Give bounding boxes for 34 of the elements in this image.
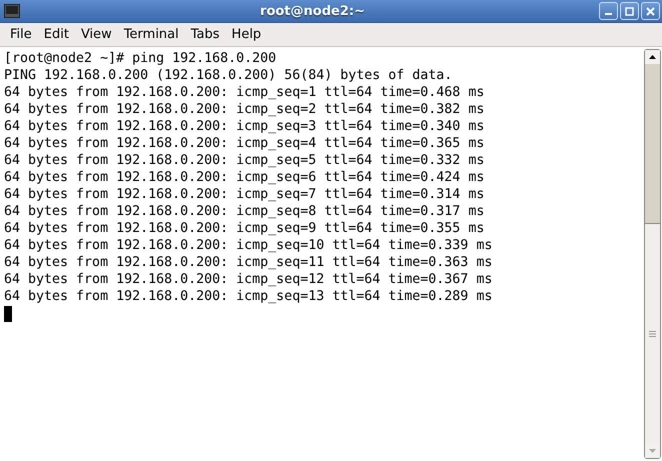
terminal-line: 64 bytes from 192.168.0.200: icmp_seq=11 ttl=64 time=0.363 ms bbox=[4, 254, 494, 271]
menu-item[interactable]: File bbox=[4, 25, 38, 44]
terminal-line: 64 bytes from 192.168.0.200: icmp_seq=9 ttl=64 time=0.355 ms bbox=[4, 220, 486, 237]
menu-item[interactable]: Edit bbox=[38, 25, 75, 44]
terminal-line: 64 bytes from 192.168.0.200: icmp_seq=13 ttl=64 time=0.289 ms bbox=[4, 288, 494, 305]
terminal-line: PING 192.168.0.200 (192.168.0.200) 56(84) bytes of data. bbox=[4, 67, 454, 84]
menu-item[interactable]: Help bbox=[226, 25, 268, 44]
menu-item[interactable]: Tabs bbox=[184, 25, 226, 44]
terminal-line: 64 bytes from 192.168.0.200: icmp_seq=12 ttl=64 time=0.367 ms bbox=[4, 271, 494, 288]
minimize-button[interactable] bbox=[599, 2, 618, 20]
window-title: root@node2:~ bbox=[259, 4, 366, 18]
text-cursor bbox=[4, 306, 12, 322]
terminal-line: 64 bytes from 192.168.0.200: icmp_seq=6 ttl=64 time=0.424 ms bbox=[4, 169, 486, 186]
grip-icon bbox=[649, 330, 656, 337]
minimize-icon bbox=[605, 13, 612, 15]
terminal-line: 64 bytes from 192.168.0.200: icmp_seq=2 ttl=64 time=0.382 ms bbox=[4, 101, 486, 118]
scrollbar[interactable] bbox=[644, 49, 661, 459]
terminal-line: [root@node2 ~]# ping 192.168.0.200 bbox=[4, 50, 278, 67]
scroll-thumb[interactable] bbox=[645, 222, 660, 444]
menu-item[interactable]: View bbox=[74, 25, 118, 44]
menu-item[interactable]: Terminal bbox=[118, 25, 185, 44]
close-button[interactable] bbox=[641, 2, 660, 20]
terminal-line: 64 bytes from 192.168.0.200: icmp_seq=5 ttl=64 time=0.332 ms bbox=[4, 152, 486, 169]
terminal-line: 64 bytes from 192.168.0.200: icmp_seq=3 ttl=64 time=0.340 ms bbox=[4, 118, 486, 135]
terminal-line: 64 bytes from 192.168.0.200: icmp_seq=1 ttl=64 time=0.468 ms bbox=[4, 84, 486, 101]
terminal-line: 64 bytes from 192.168.0.200: icmp_seq=7 ttl=64 time=0.314 ms bbox=[4, 186, 486, 203]
terminal-line: 64 bytes from 192.168.0.200: icmp_seq=4 ttl=64 time=0.365 ms bbox=[4, 135, 486, 152]
terminal-line: 64 bytes from 192.168.0.200: icmp_seq=8 ttl=64 time=0.317 ms bbox=[4, 203, 486, 220]
maximize-button[interactable] bbox=[620, 2, 639, 20]
terminal-icon bbox=[4, 4, 20, 18]
scroll-up-icon[interactable] bbox=[649, 55, 656, 59]
maximize-icon bbox=[625, 6, 634, 16]
terminal-line: 64 bytes from 192.168.0.200: icmp_seq=10 ttl=64 time=0.339 ms bbox=[4, 237, 494, 254]
close-icon bbox=[646, 6, 655, 16]
